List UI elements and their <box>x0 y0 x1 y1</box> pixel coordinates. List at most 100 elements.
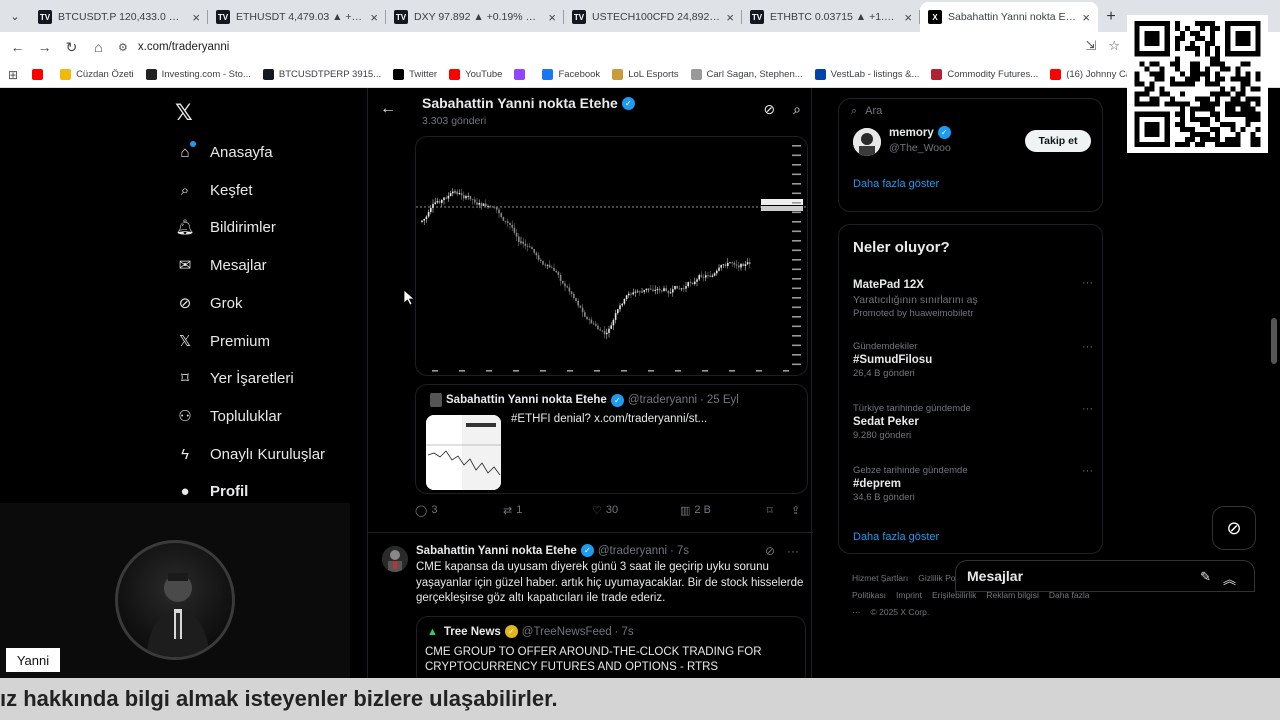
qr-module <box>1174 41 1180 47</box>
close-tab-icon[interactable]: × <box>548 10 556 25</box>
browser-tab[interactable]: TV ETHUSDT 4,479.03 ▲ +3.03% U × <box>208 2 386 32</box>
bookmark-item[interactable]: Carl Sagan, Stephen... <box>690 69 803 80</box>
nav-item-search[interactable]: ⌕ Keşfet <box>174 179 253 201</box>
nav-item-bell[interactable]: 🔔︎ Bildirimler <box>174 216 275 238</box>
browser-tab[interactable]: TV BTCUSDT.P 120,433.0 ▲ +1.59% × <box>30 2 208 32</box>
bookmark-item[interactable]: Cüzdan Özeti <box>60 69 134 80</box>
forward-icon[interactable]: → <box>31 39 58 55</box>
address-bar[interactable]: ⚙ x.com/traderyanni <box>118 36 1118 58</box>
quote-thumbnail-image[interactable] <box>426 415 501 490</box>
expand-chevron-icon[interactable]: ︽ <box>1223 569 1236 588</box>
show-more-trends-link[interactable]: Daha fazla göster <box>853 531 939 543</box>
messages-drawer[interactable]: Mesajlar ✎ ︽ <box>955 560 1255 592</box>
y-tick-mark <box>792 354 801 356</box>
avatar[interactable] <box>382 546 408 572</box>
new-tab-button[interactable]: + <box>1098 2 1124 32</box>
follow-button[interactable]: Takip et <box>1025 130 1091 152</box>
close-tab-icon[interactable]: × <box>1082 10 1090 25</box>
close-tab-icon[interactable]: × <box>192 10 200 25</box>
reply-button[interactable]: ◯ 3 <box>415 504 437 517</box>
bookmark-item[interactable]: Twitter <box>393 69 437 80</box>
bookmark-item[interactable]: Commodity Futures... <box>931 69 1038 80</box>
footer-link[interactable]: Imprint <box>896 590 922 600</box>
browser-tab[interactable]: TV ETHBTC 0.03715 ▲ +1.34% Unr × <box>742 2 920 32</box>
candle-body <box>709 275 711 277</box>
apps-grid-icon[interactable]: ⊞ <box>8 68 18 82</box>
nav-item-bookmark[interactable]: ⌑ Yer İşaretleri <box>174 367 294 389</box>
qr-module <box>1215 61 1221 67</box>
close-tab-icon[interactable]: × <box>370 10 378 25</box>
more-icon[interactable]: ··· <box>1082 277 1093 289</box>
bookmark-icon[interactable]: ⌑ <box>767 504 773 517</box>
bookmark-star-icon[interactable]: ☆ <box>1108 38 1120 54</box>
avatar[interactable] <box>853 128 881 156</box>
bookmark-item[interactable]: VestLab - listings &... <box>814 69 919 80</box>
tab-title: DXY 97.892 ▲ +0.19% Unname <box>414 11 542 23</box>
trend-item[interactable]: Türkiye tarihinde gündemde Sedat Peker 9.2… <box>853 403 1093 441</box>
tweet-chart-image[interactable] <box>415 136 808 376</box>
like-button[interactable]: ♡ 30 <box>592 504 618 517</box>
trend-item[interactable]: Gündemdekiler #SumudFilosu 26,4 B gönderi ·… <box>853 341 1093 379</box>
x-tick-mark <box>594 370 600 372</box>
x-logo-icon[interactable]: 𝕏 <box>175 100 193 126</box>
bookmark-item[interactable]: Investing.com - Sto... <box>145 69 251 80</box>
footer-link[interactable]: Hizmet Şartları <box>852 573 908 583</box>
bookmark-item[interactable] <box>32 69 48 80</box>
site-settings-icon[interactable]: ⚙ <box>118 41 128 54</box>
tweet-author-name[interactable]: Sabahattin Yanni nokta Etehe <box>416 545 577 557</box>
browser-tab[interactable]: X Sabahattin Yanni nokta Etehe (@ × <box>920 2 1098 32</box>
bookmark-item[interactable]: Facebook <box>542 69 600 80</box>
browser-tab[interactable]: TV USTECH100CFD 24,892.2 ▲ +0. × <box>564 2 742 32</box>
nav-item-communities[interactable]: ⚇ Topluluklar <box>174 405 281 427</box>
close-tab-icon[interactable]: × <box>726 10 734 25</box>
nav-item-person[interactable]: ● Profil <box>174 480 248 502</box>
grok-icon[interactable]: ⊘ <box>765 544 775 558</box>
x-tick-mark <box>783 370 789 372</box>
tab-search-chevron-icon[interactable]: ⌄ <box>0 0 30 32</box>
nav-item-mail[interactable]: ✉ Mesajlar <box>174 254 267 276</box>
bookmark-item[interactable]: YouTube <box>449 69 502 80</box>
more-icon[interactable]: ··· <box>787 544 799 558</box>
reply-count: 3 <box>431 504 438 516</box>
close-tab-icon[interactable]: × <box>904 10 912 25</box>
back-arrow-icon[interactable]: ← <box>380 100 396 118</box>
retweet-button[interactable]: ⇄ 1 <box>503 504 522 517</box>
candle-body <box>619 305 621 310</box>
nav-item-grok[interactable]: ⊘ Grok <box>174 292 243 314</box>
nav-item-x[interactable]: 𝕏 Premium <box>174 330 270 352</box>
trend-context: Türkiye tarihinde gündemde <box>853 403 971 414</box>
nav-label: Yer İşaretleri <box>210 369 294 387</box>
bookmark-item[interactable]: BTCUSDTPERP 3915... <box>262 69 381 80</box>
home-icon[interactable]: ⌂ <box>85 39 112 55</box>
grok-icon[interactable]: ⊘ <box>763 101 775 118</box>
show-more-link[interactable]: Daha fazla göster <box>853 178 939 190</box>
share-icon[interactable]: ⇪ <box>791 504 800 517</box>
suggested-user-name[interactable]: memory <box>889 127 934 139</box>
more-icon[interactable]: ··· <box>1082 465 1093 477</box>
quoted-tweet[interactable]: ▲ Tree News ✓ @TreeNewsFeed · 7s CME GRO… <box>416 616 806 678</box>
nav-item-home[interactable]: ⌂ Anasayfa <box>174 141 273 163</box>
nav-item-lightning[interactable]: ϟ Onaylı Kuruluşlar <box>174 443 325 465</box>
back-icon[interactable]: ← <box>4 39 31 55</box>
verified-badge-icon: ✓ <box>580 544 594 557</box>
trend-item[interactable]: MatePad 12X Yaratıcılığının sınırlarını a… <box>853 277 1093 319</box>
reload-icon[interactable]: ↻ <box>58 39 85 56</box>
browser-tab[interactable]: TV DXY 97.892 ▲ +0.19% Unname × <box>386 2 564 32</box>
install-app-icon[interactable]: ⇲ <box>1085 38 1096 54</box>
profile-title: Sabahattin Yanni nokta Etehe ✓ <box>422 95 635 111</box>
more-icon[interactable]: ··· <box>1082 403 1093 415</box>
grok-floating-button[interactable]: ⊘ <box>1212 506 1256 550</box>
notification-dot <box>190 141 196 147</box>
new-message-icon[interactable]: ✎ <box>1200 569 1211 588</box>
page-scrollbar[interactable] <box>1271 318 1277 364</box>
quote-time: 7s <box>621 625 634 638</box>
bookmark-item[interactable] <box>514 69 530 80</box>
more-icon[interactable]: ··· <box>1082 341 1093 353</box>
candle-body <box>522 241 524 244</box>
quoted-tweet[interactable]: Sabahattin Yanni nokta Etehe ✓ @traderya… <box>415 384 808 494</box>
trend-item[interactable]: Gebze tarihinde gündemde #deprem 34,6 B gö… <box>853 465 1093 503</box>
views-button[interactable]: ▥ 2 B <box>680 504 711 517</box>
tweet[interactable]: Sabahattin Yanni nokta Etehe ✓ @traderya… <box>368 536 813 678</box>
search-icon[interactable]: ⌕ <box>793 101 801 118</box>
bookmark-item[interactable]: LoL Esports <box>612 69 679 80</box>
